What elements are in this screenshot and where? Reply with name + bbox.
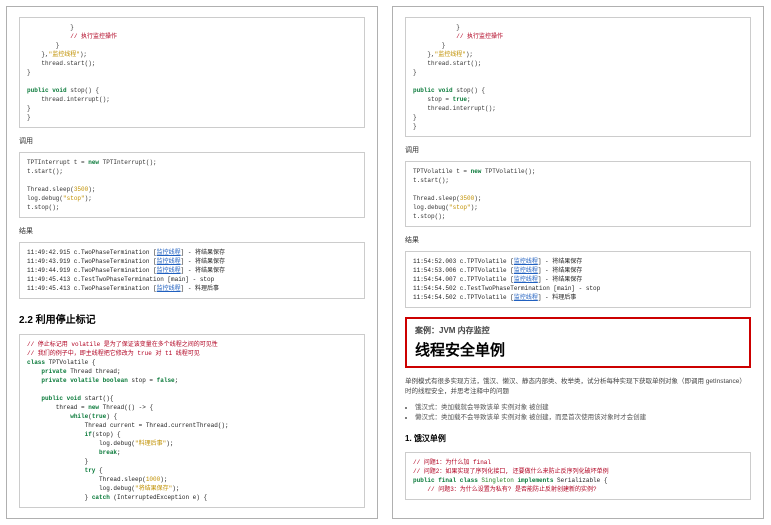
label-call: 调用 bbox=[19, 136, 365, 146]
code-block-1: } // 执行监控操作 } },"监控线程"); thread.start();… bbox=[19, 17, 365, 128]
code-block-2: TPTInterrupt t = new TPTInterrupt(); t.s… bbox=[19, 152, 365, 218]
page-left: } // 执行监控操作 } },"监控线程"); thread.start();… bbox=[6, 6, 378, 519]
highlight-subtitle: 案例：JVM 内存监控 bbox=[415, 325, 741, 336]
code-block-4: // 停止标记用 volatile 是为了保证该变量在多个线程之间的可见性 //… bbox=[19, 334, 365, 508]
page-right: } // 执行监控操作 } },"监控线程"); thread.start();… bbox=[392, 6, 764, 519]
code-block-r1: } // 执行监控操作 } },"监控线程"); thread.start();… bbox=[405, 17, 751, 137]
code-block-r2: TPTVolatile t = new TPTVolatile(); t.sta… bbox=[405, 161, 751, 227]
label-call-r: 调用 bbox=[405, 145, 751, 155]
list-item: 饿汉式：类加载就会导致该单 实例对象 被创建 bbox=[415, 403, 751, 413]
code-block-r3: 11:54:52.003 c.TPTVolatile [监控线程] - 将结果保… bbox=[405, 251, 751, 308]
highlight-box: 案例：JVM 内存监控 线程安全单例 bbox=[405, 317, 751, 368]
paragraph: 单例模式有很多实现方法，饿汉、懒汉、静态内部类、枚举类，试分析每种实现下获取单例… bbox=[405, 377, 751, 397]
subsection-heading: 1. 饿汉单例 bbox=[405, 433, 751, 444]
section-heading: 2.2 利用停止标记 bbox=[19, 311, 365, 326]
code-block-3: 11:49:42.915 c.TwoPhaseTermination [监控线程… bbox=[19, 242, 365, 299]
code-block-r4: // 问题1：为什么加 final // 问题2：如果实现了序列化接口, 还要做… bbox=[405, 452, 751, 500]
list-item: 懒汉式：类加载不会导致该单 实例对象 被创建，而是首次使用该对象时才会创建 bbox=[415, 413, 751, 423]
label-result: 结果 bbox=[19, 226, 365, 236]
highlight-title: 线程安全单例 bbox=[415, 339, 741, 360]
bullet-list: 饿汉式：类加载就会导致该单 实例对象 被创建 懒汉式：类加载不会导致该单 实例对… bbox=[405, 403, 751, 424]
label-result-r: 结果 bbox=[405, 235, 751, 245]
